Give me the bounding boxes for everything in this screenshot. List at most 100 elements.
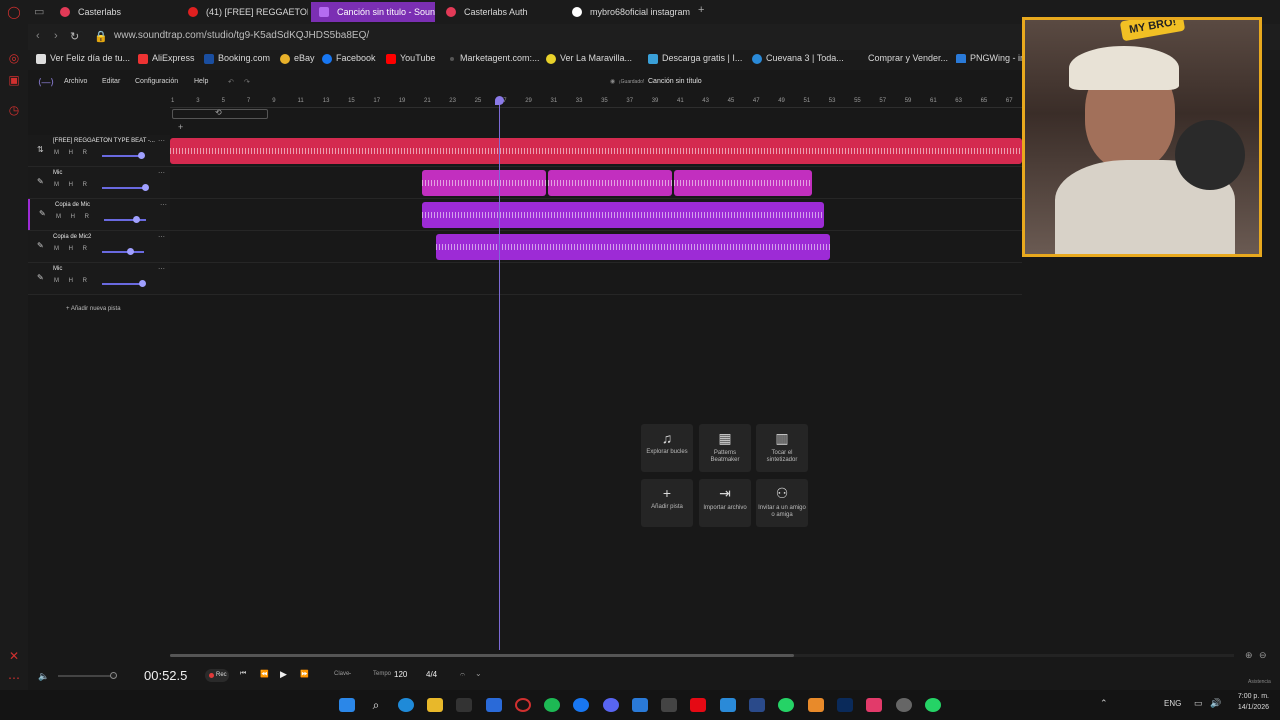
track-options-icon[interactable]: ⋯ [158, 169, 165, 177]
track-mute-solo-record[interactable]: M H R [54, 278, 91, 284]
time-signature[interactable]: 4/4 [426, 670, 437, 679]
tray-chevron-icon[interactable]: ⌃ [1100, 698, 1108, 709]
menu-help[interactable]: Help [194, 78, 208, 85]
new-tab-icon[interactable]: + [698, 4, 704, 16]
fast-forward-icon[interactable]: ⏩ [300, 670, 309, 678]
bookmark-item[interactable]: Facebook [322, 53, 376, 64]
opera-icon[interactable] [515, 698, 531, 712]
bookmark-item[interactable]: AliExpress [138, 53, 195, 64]
zoom-out-icon[interactable]: ⊖ [1259, 650, 1267, 661]
zoom-in-icon[interactable]: ⊕ [1245, 650, 1253, 661]
discord-icon[interactable] [603, 698, 619, 712]
spotify-icon[interactable] [544, 698, 560, 712]
metronome-icon[interactable]: 𝄐 [460, 669, 465, 680]
network-icon[interactable]: ▭ [1194, 698, 1203, 709]
opera-logo-icon[interactable]: ◯ [6, 4, 22, 20]
start-icon[interactable] [339, 698, 355, 712]
slider-knob[interactable] [110, 672, 117, 679]
slider-knob[interactable] [141, 184, 149, 191]
track-row[interactable]: ✎ Mic M H R ⋯ [28, 167, 1022, 199]
track-volume-slider[interactable] [102, 184, 149, 191]
speaker-icon[interactable]: 🔊 [1210, 698, 1221, 709]
track-options-icon[interactable]: ⋯ [160, 201, 167, 209]
assist-label[interactable]: Asistencia [1248, 679, 1271, 685]
slider-knob[interactable] [132, 216, 140, 223]
bookmark-item[interactable]: Marketagent.com:... [446, 53, 540, 63]
back-icon[interactable]: ‹ [36, 30, 40, 42]
store-icon[interactable] [456, 698, 472, 712]
url-input[interactable]: www.soundtrap.com/studio/tg9-K5adSdKQJHD… [114, 30, 369, 41]
bookmark-item[interactable]: eBay [280, 53, 315, 64]
menu-archivo[interactable]: Archivo [64, 78, 87, 85]
quick-action-tile[interactable]: + Añadir pista [641, 479, 693, 527]
mail-icon[interactable] [486, 698, 502, 712]
timeline-scrollbar[interactable] [170, 654, 1234, 657]
menu-editar[interactable]: Editar [102, 78, 120, 85]
language-indicator[interactable]: ENG [1164, 699, 1181, 708]
tab-casterlabs-auth[interactable]: Casterlabs Auth [438, 2, 566, 22]
track-row[interactable]: ✎ Mic M H R ⋯ [28, 263, 1022, 295]
tab-youtube[interactable]: (41) [FREE] REGGAETON T [180, 2, 308, 22]
audio-region[interactable] [674, 170, 812, 196]
lightroom-icon[interactable] [749, 698, 765, 712]
settings-icon[interactable]: ✕ [6, 648, 22, 664]
app-icon[interactable] [632, 698, 648, 712]
audio-region[interactable] [422, 170, 546, 196]
skip-back-icon[interactable]: ⏮ [240, 670, 246, 678]
track-name[interactable]: [FREE] REGGAETON TYPE BEAT -... [53, 138, 155, 144]
master-volume-slider[interactable] [58, 672, 117, 679]
slider-knob[interactable] [138, 152, 145, 159]
track-row[interactable]: ✎ Copia de Mic2 M H R ⋯ [28, 231, 1022, 263]
slider-knob[interactable] [139, 280, 147, 287]
clock-time[interactable]: 7:00 p. m. [1229, 693, 1269, 700]
playhead-handle[interactable] [495, 96, 504, 105]
quick-action-tile[interactable]: ⇥ Importar archivo [699, 479, 751, 527]
photoshop-icon[interactable] [837, 698, 853, 712]
bookmark-item[interactable]: Descarga gratis | I... [648, 53, 742, 64]
loop-icon[interactable]: ⟲ [215, 108, 222, 117]
audio-region[interactable] [548, 170, 672, 196]
track-mute-solo-record[interactable]: M H R [54, 182, 91, 188]
back-to-projects-icon[interactable]: ⟨—⟩ [38, 77, 54, 88]
speed-dial-icon[interactable]: ◎ [6, 50, 22, 66]
search-icon[interactable]: ⌕ [368, 698, 384, 712]
track-options-icon[interactable]: ⋯ [158, 265, 165, 273]
track-volume-slider[interactable] [102, 280, 147, 287]
bookmark-item[interactable]: Booking.com [204, 53, 270, 64]
tab-soundtrap[interactable]: Canción sin título - Sound [311, 2, 435, 22]
track-name[interactable]: Copia de Mic [55, 202, 90, 208]
tab-instagram-search[interactable]: mybro68oficial instagram [564, 2, 692, 22]
track-volume-slider[interactable] [102, 152, 145, 159]
track-header[interactable]: ✎ Copia de Mic2 M H R ⋯ [28, 231, 170, 262]
track-volume-slider[interactable] [104, 216, 146, 223]
track-header[interactable]: ✎ Mic M H R ⋯ [28, 263, 170, 294]
app-icon[interactable] [720, 698, 736, 712]
chevron-down-icon[interactable]: ⌄ [475, 669, 482, 678]
app-icon[interactable] [896, 698, 912, 712]
play-icon[interactable]: ▶ [280, 669, 287, 680]
key-value[interactable]: - [349, 671, 351, 677]
track-options-icon[interactable]: ⋯ [158, 137, 165, 145]
app-icon[interactable] [808, 698, 824, 712]
bookmark-item[interactable]: Comprar y Vender... [854, 53, 948, 63]
audio-region[interactable] [422, 202, 824, 228]
tab-workspace-icon[interactable]: ▭ [34, 5, 44, 18]
bookmark-item[interactable]: Cuevana 3 | Toda... [752, 53, 844, 64]
track-header[interactable]: ⇅ [FREE] REGGAETON TYPE BEAT -... M H R ⋯ [28, 135, 170, 166]
quick-action-tile[interactable]: ♫ Explorar bucles [641, 424, 693, 472]
timeline-ruler[interactable]: 1357911131517192123252729313335373941434… [170, 96, 1022, 108]
edge-icon[interactable] [398, 698, 414, 712]
whatsapp-icon[interactable] [778, 698, 794, 712]
bookmark-item[interactable]: Ver Feliz día de tu... [36, 53, 130, 64]
undo-icon[interactable]: ↶ [228, 78, 234, 86]
tempo-value[interactable]: 120 [394, 670, 407, 679]
track-header[interactable]: ✎ Copia de Mic M H R ⋯ [28, 199, 170, 230]
bag-icon[interactable]: ▣ [6, 72, 22, 88]
menu-configuracion[interactable]: Configuración [135, 78, 178, 85]
track-options-icon[interactable]: ⋯ [158, 233, 165, 241]
quick-action-tile[interactable]: ▥ Tocar el sintetizador [756, 424, 808, 472]
quick-action-tile[interactable]: ⚇ Invitar a un amigo o amiga [756, 479, 808, 527]
whatsapp-icon[interactable] [925, 698, 941, 712]
playhead[interactable] [499, 100, 500, 650]
add-track-button[interactable]: + Añadir nueva pista [66, 306, 121, 312]
